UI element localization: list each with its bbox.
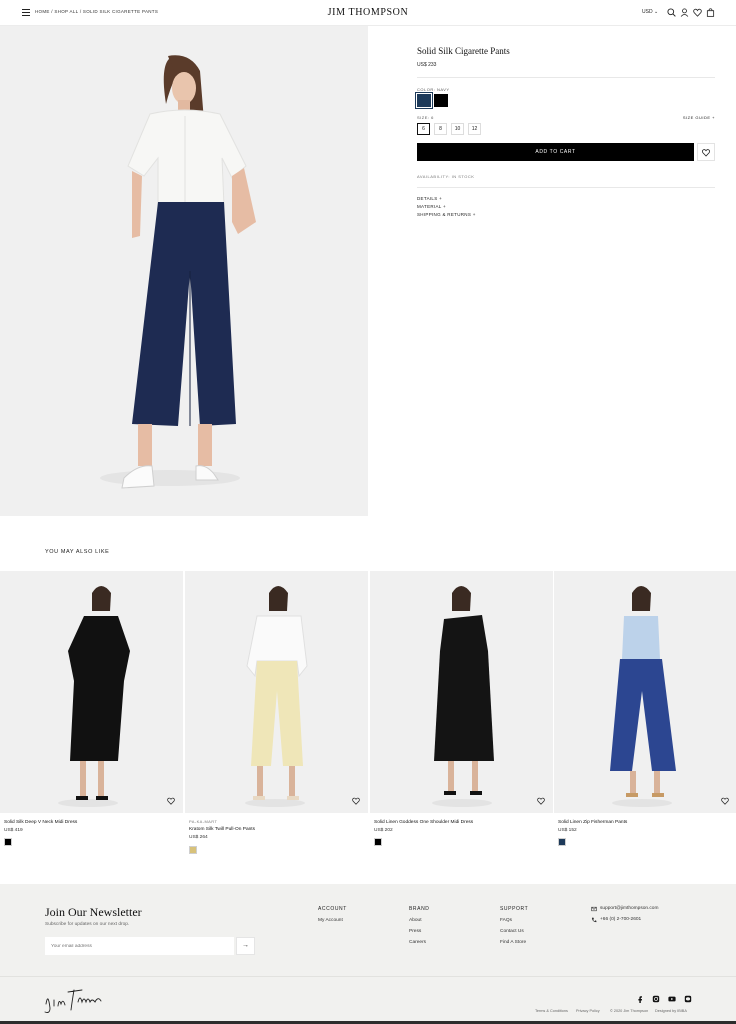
product-card-swatch[interactable] [374,838,382,846]
wishlist-icon[interactable] [693,8,702,17]
size-option-10[interactable]: 10 [451,123,464,135]
product-card-image[interactable] [185,571,368,813]
facebook-icon[interactable] [636,995,644,1003]
accordion-shipping-returns[interactable]: SHIPPING & RETURNS + [417,212,476,217]
product-card[interactable]: Solid Linen Goddess One Shoulder Midi Dr… [370,571,553,846]
divider [417,77,715,78]
accordion-details[interactable]: DETAILS + [417,196,442,201]
currency-selector[interactable]: USD ⌄ [642,9,658,15]
product-card-label: PA-KA-MART [189,819,218,824]
product-card-price: US$ 264 [189,835,208,840]
product-card-image[interactable] [370,571,553,813]
product-card-name[interactable]: Solid Linen Zip Fisherman Pants [558,820,627,825]
product-card-name[interactable]: Kratom Silk Twill Pull-On Pants [189,827,255,832]
heart-icon[interactable] [537,797,545,805]
model-photo [58,586,130,807]
privacy-policy-link[interactable]: Privacy Policy [576,1009,600,1013]
footer-link[interactable]: Contact Us [500,929,524,934]
instagram-icon[interactable] [652,995,660,1003]
account-icon[interactable] [680,8,689,17]
color-label: COLOR: NAVY [417,87,450,92]
footer-link[interactable]: About [409,918,422,923]
footer-link[interactable]: FAQs [500,918,512,923]
footer-link[interactable]: Find A Store [500,940,526,945]
heart-icon[interactable] [352,797,360,805]
accordion-material[interactable]: MATERIAL + [417,204,446,209]
heart-icon[interactable] [167,797,175,805]
product-card-swatch[interactable] [4,838,12,846]
jim-thompson-signature-logo [44,989,102,1013]
newsletter-submit-button[interactable]: → [236,937,255,955]
support-phone[interactable]: +66 (0) 2-700-2601 [600,917,641,922]
model-photo [245,586,308,807]
footer-link[interactable]: My Account [318,918,343,923]
heart-icon[interactable] [721,797,729,805]
product-card-price: US$ 419 [4,828,23,833]
footer-column-title: ACCOUNT [318,906,347,912]
model-photo [432,586,494,807]
product-main-image[interactable] [0,26,368,516]
designer-credit[interactable]: Designed by IBIBA [655,1009,687,1013]
product-card[interactable]: Solid Linen Zip Fisherman Pants US$ 152 [554,571,736,846]
product-price: US$ 233 [417,62,437,68]
terms-link[interactable]: Terms & Conditions [535,1009,568,1013]
product-card-image[interactable] [554,571,736,813]
divider [0,976,736,977]
model-photo [100,55,256,489]
mail-icon [591,906,597,912]
product-card[interactable]: Solid Silk Deep V Neck Midi Dress US$ 41… [0,571,183,846]
product-card-swatch[interactable] [189,846,197,854]
search-icon[interactable] [667,8,676,17]
newsletter-subtitle: Subscribe for updates on our next drop. [45,922,130,927]
product-card[interactable]: PA-KA-MART Kratom Silk Twill Pull-On Pan… [185,571,368,854]
size-guide-link[interactable]: SIZE GUIDE + [683,115,715,120]
swatch-navy[interactable] [415,92,433,109]
youtube-icon[interactable] [668,995,676,1003]
add-to-wishlist-button[interactable] [697,143,715,161]
newsletter-title: Join Our Newsletter [45,905,142,919]
site-footer: Join Our Newsletter Subscribe for update… [0,884,736,1024]
model-photo [610,586,676,807]
product-card-image[interactable] [0,571,183,813]
product-card-name[interactable]: Solid Linen Goddess One Shoulder Midi Dr… [374,820,473,825]
copyright: © 2020 Jim Thompson [610,1009,649,1013]
phone-icon [591,917,597,923]
footer-column-title: BRAND [409,906,430,912]
size-option-12[interactable]: 12 [468,123,481,135]
site-header: HOME / SHOP ALL / SOLID SILK CIGARETTE P… [0,0,736,26]
brand-logo[interactable]: JIM THOMPSON [0,7,736,18]
product-title: Solid Silk Cigarette Pants [417,46,510,56]
product-card-swatch[interactable] [558,838,566,846]
product-card-name[interactable]: Solid Silk Deep V Neck Midi Dress [4,820,77,825]
size-option-6[interactable]: 6 [417,123,430,135]
support-email[interactable]: support@jimthompson.com [600,906,658,911]
footer-link[interactable]: Press [409,929,421,934]
availability-status: AVAILABILITY: IN STOCK [417,174,475,179]
size-label: SIZE: 6 [417,115,434,120]
product-card-price: US$ 152 [558,828,577,833]
newsletter-email-input[interactable] [45,937,234,955]
swatch-black[interactable] [434,94,448,107]
divider [417,187,715,188]
footer-column-title: SUPPORT [500,906,529,912]
product-card-price: US$ 202 [374,828,393,833]
size-option-8[interactable]: 8 [434,123,447,135]
add-to-cart-button[interactable]: ADD TO CART [417,143,694,161]
bag-icon[interactable] [706,8,715,17]
heart-icon [701,149,711,157]
footer-link[interactable]: Careers [409,940,426,945]
recommendations-title: YOU MAY ALSO LIKE [45,549,110,555]
line-icon[interactable] [684,995,692,1003]
